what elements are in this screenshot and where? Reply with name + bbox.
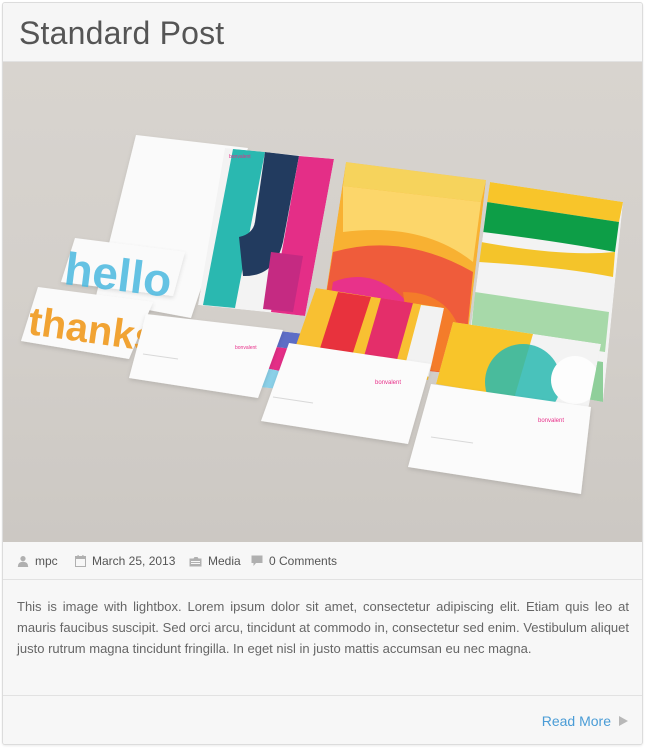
user-icon — [17, 556, 29, 567]
meta-comments-text: 0 Comments — [269, 554, 338, 568]
post-meta: mpc March 25, 2013 Media 0 Comments — [3, 543, 642, 580]
play-arrow-icon — [619, 716, 628, 726]
meta-author[interactable]: mpc — [17, 554, 58, 568]
comment-icon — [251, 555, 263, 566]
stationery-mockup-illustration: bonvalent hello thanks bonvalent bonvale… — [21, 135, 623, 494]
meta-date-text: March 25, 2013 — [92, 554, 176, 568]
envelope-brand-2: bonvalent — [375, 380, 401, 386]
envelope-brand-1: bonvalent — [235, 345, 257, 351]
folder-icon — [189, 556, 202, 566]
poster-brand: bonvalent — [229, 154, 251, 160]
post-card: Standard Post bonvalent hello thanks bon… — [2, 2, 643, 745]
meta-category-text: Media — [208, 554, 241, 568]
post-excerpt: This is image with lightbox. Lorem ipsum… — [17, 599, 629, 656]
calendar-icon — [75, 555, 86, 567]
meta-date[interactable]: March 25, 2013 — [75, 554, 175, 568]
post-header: Standard Post — [3, 3, 642, 62]
post-featured-image[interactable]: bonvalent hello thanks bonvalent bonvale… — [3, 62, 642, 542]
read-more-label: Read More — [541, 713, 611, 729]
meta-category[interactable]: Media — [189, 554, 241, 568]
envelope-brand-3: bonvalent — [538, 418, 564, 424]
meta-author-name: mpc — [35, 554, 58, 568]
post-title[interactable]: Standard Post — [19, 15, 224, 52]
post-footer: Read More — [3, 695, 642, 744]
meta-comments[interactable]: 0 Comments — [251, 554, 337, 568]
read-more-link[interactable]: Read More — [542, 713, 628, 729]
